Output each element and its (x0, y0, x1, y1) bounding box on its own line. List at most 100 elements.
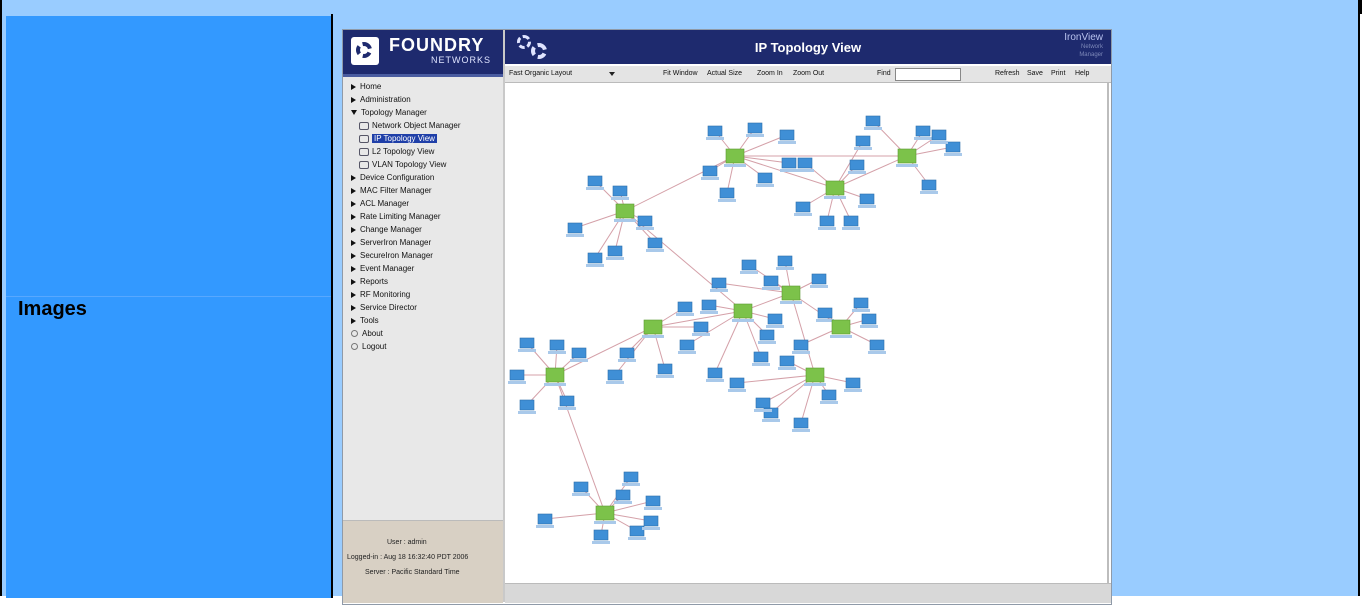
router-node[interactable] (614, 203, 636, 222)
host-node[interactable] (844, 377, 862, 392)
host-node[interactable] (692, 321, 710, 336)
topology-graph[interactable] (505, 83, 1107, 583)
host-node[interactable] (756, 172, 774, 187)
menu-item[interactable]: Network Object Manager (351, 119, 501, 132)
host-node[interactable] (762, 275, 780, 290)
topology-canvas[interactable] (505, 83, 1109, 583)
menu-item[interactable]: ServerIron Manager (351, 236, 501, 249)
host-node[interactable] (780, 157, 798, 172)
host-node[interactable] (710, 277, 728, 292)
menu-item[interactable]: Device Configuration (351, 171, 501, 184)
host-node[interactable] (754, 397, 772, 412)
menu-item[interactable]: ACL Manager (351, 197, 501, 210)
host-node[interactable] (778, 355, 796, 370)
layout-select[interactable]: Fast Organic Layout (509, 70, 572, 77)
host-node[interactable] (816, 307, 834, 322)
host-node[interactable] (794, 201, 812, 216)
host-node[interactable] (920, 179, 938, 194)
host-node[interactable] (606, 369, 624, 384)
host-node[interactable] (914, 125, 932, 140)
menu-item[interactable]: Logout (351, 340, 501, 353)
host-node[interactable] (944, 141, 962, 156)
host-node[interactable] (818, 215, 836, 230)
save-button[interactable]: Save (1027, 70, 1043, 77)
zoom-out-button[interactable]: Zoom Out (793, 70, 824, 77)
host-node[interactable] (746, 122, 764, 137)
host-node[interactable] (868, 339, 886, 354)
host-node[interactable] (778, 129, 796, 144)
host-node[interactable] (820, 389, 838, 404)
menu-item[interactable]: IP Topology View (351, 132, 501, 145)
refresh-button[interactable]: Refresh (995, 70, 1020, 77)
menu-item[interactable]: RF Monitoring (351, 288, 501, 301)
host-node[interactable] (854, 135, 872, 150)
menu-item[interactable]: Change Manager (351, 223, 501, 236)
host-node[interactable] (678, 339, 696, 354)
host-node[interactable] (642, 515, 660, 530)
host-node[interactable] (586, 252, 604, 267)
router-node[interactable] (594, 505, 616, 524)
host-node[interactable] (796, 157, 814, 172)
host-node[interactable] (848, 159, 866, 174)
host-node[interactable] (752, 351, 770, 366)
host-node[interactable] (644, 495, 662, 510)
host-node[interactable] (656, 363, 674, 378)
host-node[interactable] (508, 369, 526, 384)
host-node[interactable] (676, 301, 694, 316)
host-node[interactable] (536, 513, 554, 528)
menu-item[interactable]: Home (351, 80, 501, 93)
host-node[interactable] (570, 347, 588, 362)
host-node[interactable] (718, 187, 736, 202)
host-node[interactable] (930, 129, 948, 144)
host-node[interactable] (622, 471, 640, 486)
host-node[interactable] (618, 347, 636, 362)
menu-item[interactable]: Event Manager (351, 262, 501, 275)
actual-size-button[interactable]: Actual Size (707, 70, 742, 77)
menu-item[interactable]: VLAN Topology View (351, 158, 501, 171)
host-node[interactable] (518, 399, 536, 414)
host-node[interactable] (728, 377, 746, 392)
host-node[interactable] (740, 259, 758, 274)
host-node[interactable] (606, 245, 624, 260)
host-node[interactable] (592, 529, 610, 544)
host-node[interactable] (558, 395, 576, 410)
host-node[interactable] (860, 313, 878, 328)
host-node[interactable] (758, 329, 776, 344)
host-node[interactable] (706, 367, 724, 382)
print-button[interactable]: Print (1051, 70, 1065, 77)
host-node[interactable] (766, 313, 784, 328)
host-node[interactable] (864, 115, 882, 130)
menu-item[interactable]: About (351, 327, 501, 340)
host-node[interactable] (810, 273, 828, 288)
menu-item[interactable]: Tools (351, 314, 501, 327)
host-node[interactable] (518, 337, 536, 352)
menu-item[interactable]: Administration (351, 93, 501, 106)
host-node[interactable] (572, 481, 590, 496)
host-node[interactable] (700, 299, 718, 314)
router-node[interactable] (732, 303, 754, 322)
router-node[interactable] (830, 319, 852, 338)
router-node[interactable] (780, 285, 802, 304)
chevron-down-icon[interactable] (609, 72, 615, 76)
menu-item[interactable]: Reports (351, 275, 501, 288)
host-node[interactable] (706, 125, 724, 140)
menu-item[interactable]: Service Director (351, 301, 501, 314)
help-button[interactable]: Help (1075, 70, 1089, 77)
fit-window-button[interactable]: Fit Window (663, 70, 698, 77)
find-input[interactable] (895, 68, 961, 81)
router-node[interactable] (544, 367, 566, 386)
host-node[interactable] (842, 215, 860, 230)
router-node[interactable] (642, 319, 664, 338)
zoom-in-button[interactable]: Zoom In (757, 70, 783, 77)
host-node[interactable] (792, 339, 810, 354)
router-node[interactable] (896, 148, 918, 167)
host-node[interactable] (566, 222, 584, 237)
router-node[interactable] (804, 367, 826, 386)
router-node[interactable] (824, 180, 846, 199)
host-node[interactable] (614, 489, 632, 504)
host-node[interactable] (701, 165, 719, 180)
host-node[interactable] (646, 237, 664, 252)
menu-item[interactable]: Rate Limiting Manager (351, 210, 501, 223)
host-node[interactable] (636, 215, 654, 230)
router-node[interactable] (724, 148, 746, 167)
